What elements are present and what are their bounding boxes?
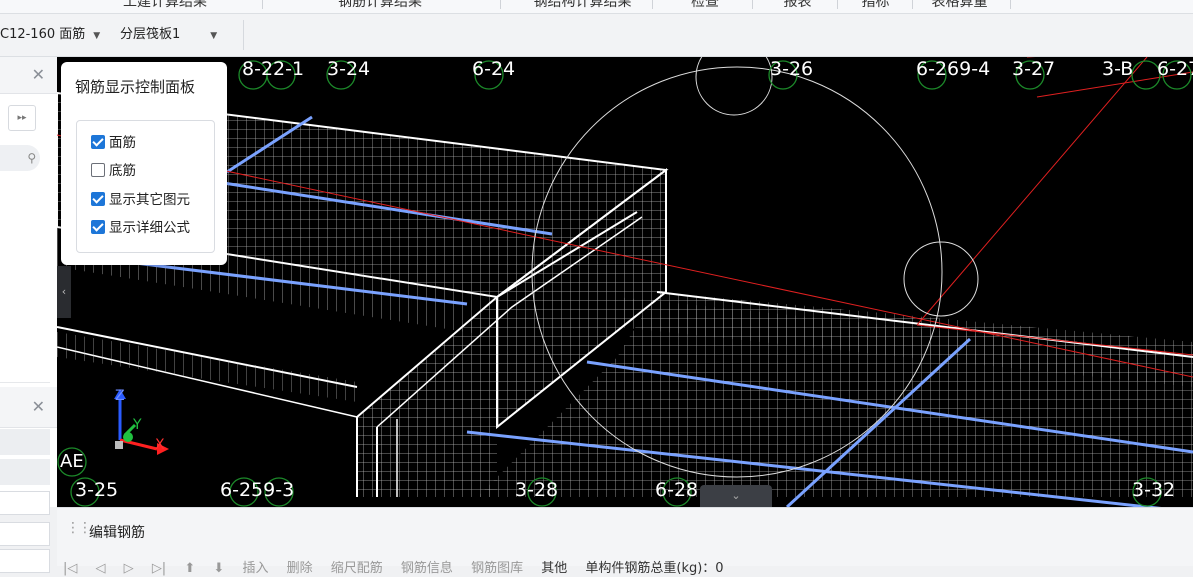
collapse-left-arrow-icon[interactable]: ‹ [57,266,71,318]
divider [1010,0,1011,9]
rebar-dropdown-value: C12-160 面筋 [0,27,86,42]
other-dropdown[interactable]: 其他 [541,561,567,576]
z-axis-label: Z [115,388,125,404]
x-axis-label: X [155,437,165,453]
checkbox-unchecked-icon [91,163,105,177]
property-field[interactable] [0,491,50,515]
expand-button[interactable]: ▸▸ [8,105,36,131]
search-icon: ⚲ [27,151,40,165]
checkbox-show-other-elements[interactable]: 显示其它图元 [91,190,190,210]
checkbox-top-rebar[interactable]: 面筋 [91,133,136,153]
scale-rebar-button[interactable]: 缩尺配筋 [331,561,383,576]
chevron-down-icon: ⌄ [731,489,741,502]
move-down-icon[interactable]: ⬇ [213,561,224,576]
checkbox-show-detailed-formula[interactable]: 显示详细公式 [91,218,190,238]
axis-label: AE [60,451,84,472]
menu-tab-reports[interactable]: 报表 [765,0,830,13]
divider [837,0,838,9]
divider [912,0,913,9]
divider [652,0,653,9]
delete-button[interactable]: 删除 [287,561,313,576]
divider [752,0,753,9]
move-up-icon[interactable]: ⬆ [184,561,195,576]
left-panel: ✕ ▸▸ ⚲ ✕ [0,57,57,515]
nav-prev-icon[interactable]: ◁ [96,561,106,576]
axis-label: 6-259-3 [220,479,295,501]
edit-toolbar: |◁ ◁ ▷ ▷| ⬆ ⬇ 插入 删除 缩尺配筋 钢筋信息 钢筋图库 其他 单构… [63,557,1193,577]
menu-tab-indicators[interactable]: 指标 [848,0,903,13]
menu-tab-steel-results[interactable]: 钢结构计算结果 [520,0,645,13]
layer-dropdown[interactable]: 分层筏板1 ▼ [120,23,240,47]
property-field[interactable] [0,549,50,573]
checkbox-checked-icon [91,192,105,206]
checkbox-checked-icon [91,135,105,149]
rebar-display-control-panel: 钢筋显示控制面板 面筋 底筋 显示其它图元 显示详细公式 [61,62,227,265]
axis-label: 3-B [1102,58,1134,80]
property-row[interactable] [0,459,50,485]
close-icon[interactable]: ✕ [32,397,45,416]
panel-header: ✕ [0,387,57,428]
drag-handle-icon[interactable]: ⋮⋮ [66,520,92,536]
divider [500,0,501,9]
divider [243,20,244,50]
rebar-scene [57,57,1193,507]
property-row[interactable] [0,429,50,455]
property-field[interactable] [0,522,50,546]
axis-label: 6-269-4 [916,58,991,80]
toolbar: C12-160 面筋 ▼ 分层筏板1 ▼ [0,14,1193,57]
checkbox-label: 底筋 [109,163,136,179]
axis-label: 3-26 [770,58,814,80]
collapse-bottom-button[interactable]: ⌄ [700,485,772,507]
axis-label: 6-28 [655,479,699,501]
checkbox-label: 显示详细公式 [109,220,190,236]
checkbox-bottom-rebar[interactable]: 底筋 [91,161,136,181]
options-group: 面筋 底筋 显示其它图元 显示详细公式 [76,120,215,253]
axis-label: 3-28 [515,479,559,501]
axis-label: 3-24 [327,58,371,80]
axis-label: 6-24 [472,58,516,80]
layer-dropdown-value: 分层筏板1 [120,27,181,42]
divider [262,0,263,9]
nav-last-icon[interactable]: ▷| [152,561,166,576]
chevron-down-icon: ▼ [93,31,101,41]
nav-first-icon[interactable]: |◁ [63,561,77,576]
axis-label: 3-25 [75,479,119,501]
chevron-down-icon: ▼ [210,31,218,41]
rebar-library-button[interactable]: 钢筋图库 [471,561,523,576]
checkbox-label: 面筋 [109,135,136,151]
menu-tab-table-quantity[interactable]: 表格算量 [922,0,997,13]
panel-title: 编辑钢筋 [89,525,145,541]
edit-rebar-panel: ⋮⋮ 编辑钢筋 |◁ ◁ ▷ ▷| ⬆ ⬇ 插入 删除 缩尺配筋 钢筋信息 钢筋… [57,507,1193,576]
y-axis-label: Y [133,417,142,433]
rebar-info-button[interactable]: 钢筋信息 [401,561,453,576]
checkbox-checked-icon [91,220,105,234]
checkbox-label: 显示其它图元 [109,192,190,208]
axis-label: 6-27 [1157,58,1193,80]
axis-label: 8-22-1 [242,58,305,80]
menu-tab-civil-results[interactable]: 工建计算结果 [95,0,235,13]
panel-header: ✕ [0,57,57,94]
axis-label: 3-32 [1132,479,1176,501]
menu-tab-check[interactable]: 检查 [670,0,740,13]
nav-next-icon[interactable]: ▷ [124,561,134,576]
total-weight-label: 单构件钢筋总重(kg)：0 [585,561,724,576]
axis-label: 3-27 [1012,58,1056,80]
search-input[interactable]: ⚲ [0,145,40,171]
3d-viewport[interactable]: 8-22-1 3-24 6-24 3-26 6-269-4 3-27 3-B 6… [57,57,1193,507]
panel-title: 钢筋显示控制面板 [75,78,196,96]
rebar-dropdown[interactable]: C12-160 面筋 ▼ [0,23,116,47]
divider [0,382,50,383]
close-icon[interactable]: ✕ [32,65,45,84]
top-menu-bar: 工建计算结果 钢筋计算结果 钢结构计算结果 检查 报表 指标 表格算量 [0,0,1193,14]
menu-tab-rebar-results[interactable]: 钢筋计算结果 [310,0,450,13]
insert-button[interactable]: 插入 [242,561,268,576]
